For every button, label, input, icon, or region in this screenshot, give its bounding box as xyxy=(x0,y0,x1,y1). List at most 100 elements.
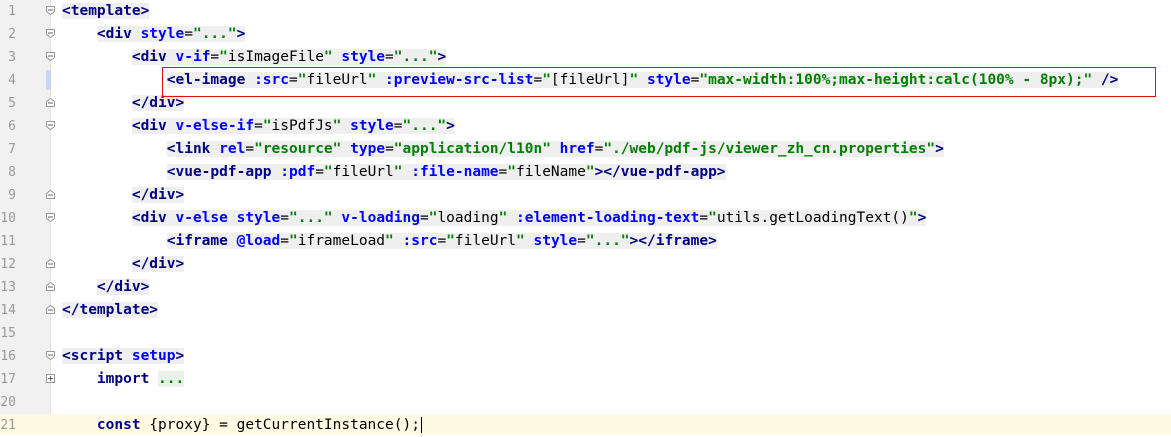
fold-collapse-icon[interactable] xyxy=(46,121,55,130)
code-token: isPdfJs xyxy=(271,118,333,134)
line-number: 20 xyxy=(0,395,16,410)
code-line[interactable]: 1 <template> xyxy=(0,0,1171,23)
code-token: {proxy} = getCurrentInstance(); xyxy=(149,417,420,433)
code-token: > xyxy=(917,210,927,226)
code-token: > xyxy=(175,348,185,364)
code-text[interactable]: <link rel="resource" type="application/l… xyxy=(62,138,944,161)
fold-collapse-icon[interactable] xyxy=(46,351,55,360)
code-token: href xyxy=(559,141,595,157)
code-text[interactable]: <div v-if="isImageFile" style="..."> xyxy=(62,46,447,69)
code-token: const xyxy=(96,417,150,433)
line-number: 12 xyxy=(0,257,16,272)
code-token: " xyxy=(323,49,333,65)
line-number: 7 xyxy=(8,142,16,157)
line-number: 13 xyxy=(0,280,16,295)
code-token: <script xyxy=(62,348,132,364)
code-token: = xyxy=(385,49,394,65)
code-text[interactable]: import ... xyxy=(62,368,185,391)
code-editor[interactable]: 1 <template> 2 <div style="..."> 3 <div v-i… xyxy=(0,0,1171,434)
code-token: " xyxy=(219,49,228,65)
line-number: 15 xyxy=(0,326,16,341)
code-token: style xyxy=(140,26,185,42)
code-line[interactable]: 9 </div> xyxy=(0,184,1171,207)
code-token: <iframe xyxy=(166,233,237,249)
code-token: <div xyxy=(131,118,176,134)
code-token: v-if xyxy=(175,49,211,65)
code-token: = xyxy=(254,118,263,134)
fold-collapse-icon[interactable] xyxy=(46,98,55,107)
code-token: " xyxy=(262,118,272,134)
code-text[interactable]: <script setup> xyxy=(62,345,185,368)
fold-expand-icon[interactable] xyxy=(46,374,55,383)
code-token: </div> xyxy=(131,95,185,111)
code-token: v-else xyxy=(175,210,228,226)
code-line[interactable]: 13 </div> xyxy=(0,276,1171,299)
fold-collapse-icon[interactable] xyxy=(46,52,55,61)
code-line[interactable]: 16 <script setup> xyxy=(0,345,1171,368)
code-text[interactable]: <div v-else-if="isPdfJs" style="..."> xyxy=(62,115,455,138)
code-token: iframeLoad xyxy=(297,233,386,249)
text-cursor xyxy=(420,417,423,433)
code-line[interactable]: 7 <link rel="resource" type="application… xyxy=(0,138,1171,161)
code-token: loading xyxy=(437,210,499,226)
code-token: > xyxy=(236,26,246,42)
fold-collapse-icon[interactable] xyxy=(46,305,55,314)
code-token: style xyxy=(533,233,578,249)
line-number: 16 xyxy=(0,349,16,364)
code-text[interactable]: </div> xyxy=(62,276,150,299)
code-text[interactable]: </div> xyxy=(62,253,185,276)
fold-collapse-icon[interactable] xyxy=(46,259,55,268)
code-token: "..." xyxy=(402,118,447,134)
code-token: " xyxy=(323,164,333,180)
line-number: 11 xyxy=(0,234,16,249)
code-token: " xyxy=(908,210,918,226)
code-line[interactable]: 20 xyxy=(0,391,1171,414)
code-token: utils.getLoadingText() xyxy=(716,210,909,226)
code-text[interactable]: </div> xyxy=(62,184,185,207)
fold-collapse-icon[interactable] xyxy=(46,6,55,15)
code-line[interactable]: 6 <div v-else-if="isPdfJs" style="..."> xyxy=(0,115,1171,138)
code-line[interactable]: 14 </template> xyxy=(0,299,1171,322)
code-token: v-else-if xyxy=(175,118,255,134)
fold-collapse-icon[interactable] xyxy=(46,29,55,38)
code-token: <link xyxy=(166,141,220,157)
code-token: > xyxy=(437,49,447,65)
code-token: "application/l10n" xyxy=(393,141,551,157)
code-token: " xyxy=(393,164,403,180)
code-text[interactable]: <div style="..."> xyxy=(62,23,246,46)
code-line[interactable]: 11 <iframe @load="iframeLoad" :src="file… xyxy=(0,230,1171,253)
code-line[interactable]: 12 </div> xyxy=(0,253,1171,276)
code-line[interactable]: 10 <div v-else style="..." v-loading="lo… xyxy=(0,207,1171,230)
code-token: @load xyxy=(236,233,281,249)
code-line[interactable]: 8 <vue-pdf-app :pdf="fileUrl" :file-name… xyxy=(0,161,1171,184)
code-text[interactable]: <template> xyxy=(62,0,150,23)
code-token: "..." xyxy=(289,210,333,226)
code-line[interactable]: 17 import ... xyxy=(0,368,1171,391)
code-token: <div xyxy=(96,26,141,42)
code-line[interactable]: 2 <div style="..."> xyxy=(0,23,1171,46)
fold-collapse-icon[interactable] xyxy=(46,190,55,199)
code-token: = xyxy=(419,210,429,226)
code-token: "..." xyxy=(585,233,630,249)
code-line[interactable]: 15 xyxy=(0,322,1171,345)
code-lines[interactable]: 1 <template> 2 <div style="..."> 3 <div v-i… xyxy=(0,0,1171,437)
code-token: = xyxy=(184,26,193,42)
highlighted-line-box xyxy=(162,67,1156,97)
code-line[interactable]: 3 <div v-if="isImageFile" style="..."> xyxy=(0,46,1171,69)
line-number: 3 xyxy=(8,50,16,65)
code-text[interactable]: </template> xyxy=(62,299,159,322)
code-token: = xyxy=(498,164,508,180)
code-text[interactable]: <iframe @load="iframeLoad" :src="fileUrl… xyxy=(62,230,717,253)
code-text[interactable]: <vue-pdf-app :pdf="fileUrl" :file-name="… xyxy=(62,161,726,184)
fold-collapse-icon[interactable] xyxy=(46,213,55,222)
line-number: 6 xyxy=(8,119,16,134)
code-token: = xyxy=(210,49,220,65)
code-token: <vue-pdf-app xyxy=(166,164,281,180)
code-token: ></vue-pdf-app> xyxy=(594,164,726,180)
line-number: 9 xyxy=(8,188,16,203)
code-text[interactable]: <div v-else style="..." v-loading="loadi… xyxy=(62,207,927,230)
fold-collapse-icon[interactable] xyxy=(46,282,55,291)
